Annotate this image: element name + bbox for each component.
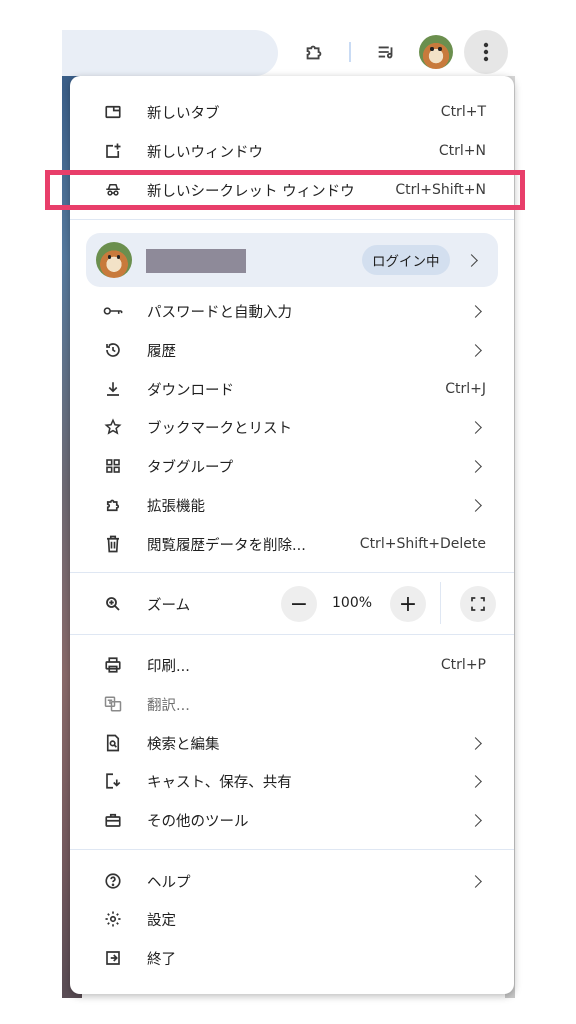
menu-item-find-and-edit[interactable]: 検索と編集: [70, 724, 514, 762]
shortcut-text: Ctrl+T: [440, 104, 486, 120]
menu-item-label: 拡張機能: [147, 498, 205, 515]
puzzle-icon[interactable]: [296, 34, 332, 70]
chevron-right-icon: [469, 498, 482, 512]
profile-name-redacted: [146, 249, 246, 273]
menu-item-downloads[interactable]: ダウンロード Ctrl+J: [70, 370, 514, 408]
find-icon: [102, 732, 124, 754]
menu-item-label: ヘルプ: [147, 874, 191, 891]
profile-avatar-button[interactable]: [418, 34, 454, 70]
puzzle-icon: [102, 494, 124, 516]
menu-item-bookmarks[interactable]: ブックマークとリスト: [70, 408, 514, 446]
menu-item-label: 設定: [147, 912, 176, 929]
avatar: [419, 35, 453, 69]
menu-item-label: 検索と編集: [147, 736, 220, 753]
menu-divider: [70, 634, 514, 635]
shortcut-text: Ctrl+J: [445, 381, 486, 397]
menu-item-label: ズーム: [147, 597, 191, 614]
chevron-right-icon: [469, 304, 482, 318]
menu-item-label: 印刷...: [147, 658, 190, 675]
fullscreen-button[interactable]: [460, 586, 496, 622]
new-window-icon: [102, 140, 124, 162]
reading-list-icon[interactable]: [368, 34, 404, 70]
menu-item-label: 新しいウィンドウ: [147, 144, 263, 161]
chevron-right-icon: [469, 420, 482, 434]
chevron-right-icon: [469, 736, 482, 750]
toolbar-separator: [349, 42, 351, 62]
zoom-in-button[interactable]: +: [390, 586, 426, 622]
address-bar[interactable]: [62, 30, 278, 76]
menu-item-label: パスワードと自動入力: [147, 304, 292, 321]
menu-item-label: タブグループ: [147, 459, 234, 476]
menu-item-label: 新しいタブ: [147, 105, 220, 122]
shortcut-text: Ctrl+Shift+Delete: [359, 536, 486, 552]
menu-divider: [70, 849, 514, 850]
toolbox-icon: [102, 809, 124, 831]
zoom-out-button[interactable]: −: [281, 586, 317, 622]
menu-item-passwords[interactable]: パスワードと自動入力: [70, 292, 514, 330]
menu-item-history[interactable]: 履歴: [70, 331, 514, 369]
gear-icon: [102, 908, 124, 930]
chevron-right-icon: [469, 774, 482, 788]
tab-groups-icon: [102, 455, 124, 477]
zoom-icon: [102, 593, 124, 615]
menu-item-extensions[interactable]: 拡張機能: [70, 486, 514, 524]
star-icon: [102, 416, 124, 438]
zoom-level: 100%: [332, 595, 373, 611]
signed-in-badge: ログイン中: [362, 245, 450, 275]
menu-item-label: 履歴: [147, 343, 176, 360]
menu-item-label: 終了: [147, 951, 176, 968]
menu-divider: [70, 572, 514, 573]
chevron-right-icon: [469, 874, 482, 888]
menu-item-clear-browsing-data[interactable]: 閲覧履歴データを削除... Ctrl+Shift+Delete: [70, 525, 514, 563]
chevron-right-icon: [469, 813, 482, 827]
highlight-box: [45, 170, 525, 210]
menu-item-tab-groups[interactable]: タブグループ: [70, 447, 514, 485]
trash-icon: [102, 533, 124, 555]
key-icon: [102, 300, 124, 322]
chevron-right-icon: [469, 343, 482, 357]
menu-item-label: その他のツール: [147, 813, 249, 830]
translate-icon: [102, 693, 124, 715]
download-icon: [102, 378, 124, 400]
menu-item-label: ダウンロード: [147, 382, 234, 399]
profile-row[interactable]: ログイン中: [86, 233, 498, 287]
history-icon: [102, 339, 124, 361]
fullscreen-icon: [471, 597, 485, 611]
chevron-right-icon: [465, 254, 478, 267]
help-icon: [102, 870, 124, 892]
menu-item-print[interactable]: 印刷... Ctrl+P: [70, 646, 514, 684]
kebab-menu-icon[interactable]: [464, 30, 508, 74]
chevron-right-icon: [469, 459, 482, 473]
menu-item-exit[interactable]: 終了: [70, 939, 514, 977]
chrome-menu: 新しいタブ Ctrl+T 新しいウィンドウ Ctrl+N 新しいシークレット ウ…: [70, 76, 514, 994]
avatar: [96, 242, 132, 278]
exit-icon: [102, 947, 124, 969]
menu-item-help[interactable]: ヘルプ: [70, 862, 514, 900]
menu-item-label: 閲覧履歴データを削除...: [147, 537, 306, 554]
printer-icon: [102, 654, 124, 676]
shortcut-text: Ctrl+P: [440, 657, 486, 673]
menu-item-new-tab[interactable]: 新しいタブ Ctrl+T: [70, 93, 514, 131]
cast-save-share-icon: [102, 770, 124, 792]
menu-divider: [70, 219, 514, 220]
zoom-separator: [440, 582, 441, 624]
menu-item-new-window[interactable]: 新しいウィンドウ Ctrl+N: [70, 132, 514, 170]
menu-item-cast-save-share[interactable]: キャスト、保存、共有: [70, 762, 514, 800]
menu-item-settings[interactable]: 設定: [70, 900, 514, 938]
menu-item-more-tools[interactable]: その他のツール: [70, 801, 514, 839]
menu-item-translate[interactable]: 翻訳...: [70, 685, 514, 723]
menu-item-label: 翻訳...: [147, 697, 190, 714]
new-tab-icon: [102, 101, 124, 123]
menu-item-label: キャスト、保存、共有: [147, 774, 292, 791]
menu-item-label: ブックマークとリスト: [147, 420, 292, 437]
shortcut-text: Ctrl+N: [438, 143, 486, 159]
